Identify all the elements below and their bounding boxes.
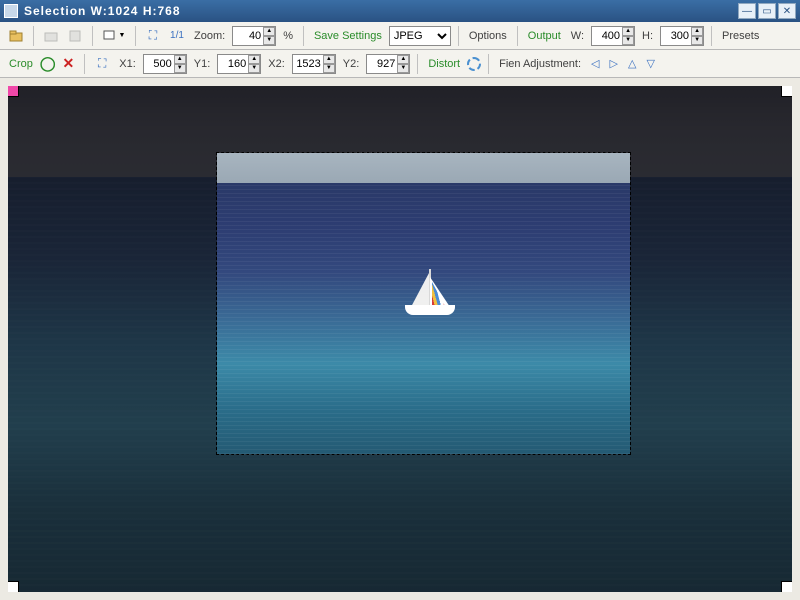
separator bbox=[135, 26, 136, 46]
toolbar-row-1: ▼ ⛶ 1/1 Zoom: ▲▼ % Save Settings JPEG Op… bbox=[0, 22, 800, 50]
options-button[interactable]: Options bbox=[466, 30, 510, 42]
zoom-input-wrap: ▲▼ bbox=[232, 26, 276, 46]
h-up[interactable]: ▲ bbox=[691, 27, 703, 36]
zoom-down[interactable]: ▼ bbox=[263, 36, 275, 45]
app-icon bbox=[4, 4, 18, 18]
canvas-area bbox=[0, 78, 800, 600]
x2-label: X2: bbox=[265, 58, 288, 70]
separator bbox=[458, 26, 459, 46]
fit-selection-icon[interactable]: ⛶ bbox=[92, 54, 112, 74]
close-button[interactable]: ✕ bbox=[778, 3, 796, 19]
save-settings-label[interactable]: Save Settings bbox=[311, 30, 385, 42]
one-to-one-button[interactable]: 1/1 bbox=[167, 26, 187, 46]
minimize-button[interactable]: — bbox=[738, 3, 756, 19]
x1-label: X1: bbox=[116, 58, 139, 70]
zoom-label: Zoom: bbox=[191, 30, 228, 42]
separator bbox=[92, 26, 93, 46]
selection-content bbox=[217, 153, 631, 455]
sailboat bbox=[399, 267, 463, 321]
open-file-icon[interactable] bbox=[6, 26, 26, 46]
image-viewport[interactable] bbox=[8, 86, 792, 592]
adjust-up-icon[interactable]: △ bbox=[625, 57, 639, 70]
h-label: H: bbox=[639, 30, 656, 42]
percent-label: % bbox=[280, 30, 296, 42]
presets-button[interactable]: Presets bbox=[719, 30, 762, 42]
handle-top-right[interactable] bbox=[781, 86, 792, 97]
selection-rect[interactable] bbox=[216, 152, 632, 456]
adjust-right-icon[interactable]: ▷ bbox=[607, 57, 621, 70]
title-bar: Selection W:1024 H:768 — ▭ ✕ bbox=[0, 0, 800, 22]
handle-top-left[interactable] bbox=[8, 86, 19, 97]
adjust-down-icon[interactable]: ▽ bbox=[643, 57, 657, 70]
handle-bottom-left[interactable] bbox=[8, 581, 19, 592]
crop-cancel-icon[interactable]: ✕ bbox=[60, 55, 78, 72]
view-mode-dropdown[interactable]: ▼ bbox=[100, 26, 128, 46]
w-down[interactable]: ▼ bbox=[622, 36, 634, 45]
fine-adjustment-label: Fien Adjustment: bbox=[496, 58, 584, 70]
separator bbox=[303, 26, 304, 46]
zoom-up[interactable]: ▲ bbox=[263, 27, 275, 36]
w-label: W: bbox=[568, 30, 587, 42]
w-up[interactable]: ▲ bbox=[622, 27, 634, 36]
folder-icon[interactable] bbox=[41, 26, 61, 46]
h-down[interactable]: ▼ bbox=[691, 36, 703, 45]
output-label: Output bbox=[525, 30, 564, 42]
distort-label: Distort bbox=[425, 58, 463, 70]
handle-bottom-right[interactable] bbox=[781, 581, 792, 592]
fit-screen-icon[interactable]: ⛶ bbox=[143, 26, 163, 46]
toolbar-row-2: Crop ◯ ✕ ⛶ X1: ▲▼ Y1: ▲▼ X2: ▲▼ Y2: ▲▼ D… bbox=[0, 50, 800, 78]
separator bbox=[84, 54, 85, 74]
separator bbox=[488, 54, 489, 74]
separator bbox=[517, 26, 518, 46]
save-icon[interactable] bbox=[65, 26, 85, 46]
separator bbox=[417, 54, 418, 74]
y1-label: Y1: bbox=[191, 58, 214, 70]
separator bbox=[33, 26, 34, 46]
window-title: Selection W:1024 H:768 bbox=[24, 4, 736, 18]
maximize-button[interactable]: ▭ bbox=[758, 3, 776, 19]
distort-spinner-icon[interactable] bbox=[467, 57, 481, 71]
y2-label: Y2: bbox=[340, 58, 363, 70]
format-select[interactable]: JPEG bbox=[389, 26, 451, 46]
crop-label: Crop bbox=[6, 58, 36, 70]
separator bbox=[711, 26, 712, 46]
crop-accept-icon[interactable]: ◯ bbox=[40, 55, 56, 72]
selection-sky bbox=[217, 153, 631, 183]
adjust-left-icon[interactable]: ◁ bbox=[588, 57, 602, 70]
